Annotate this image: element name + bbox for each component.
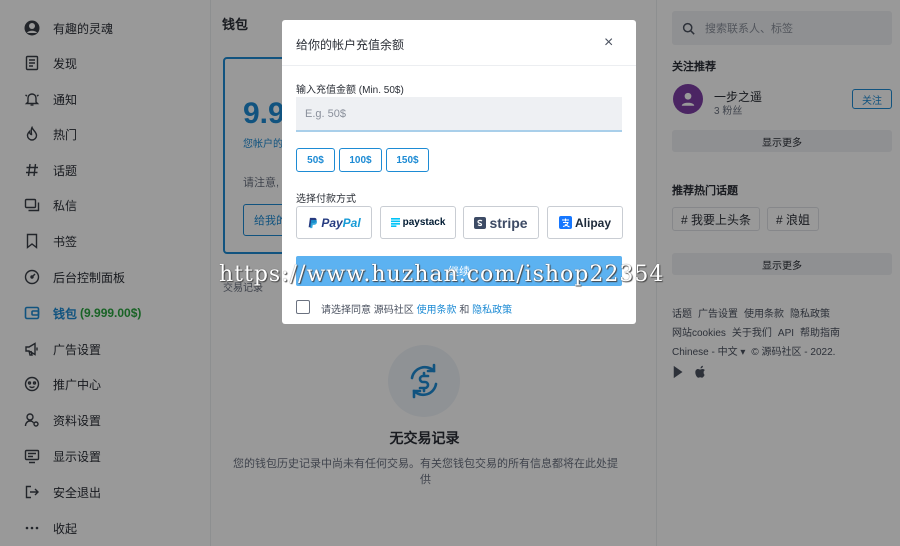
watermark-text: https://www.huzhan.com/ishop22354 [219, 262, 665, 287]
agree-checkbox[interactable] [296, 300, 310, 314]
close-icon[interactable]: × [604, 35, 613, 51]
alipay-icon [558, 216, 572, 229]
preset-amount-button[interactable]: 100$ [339, 148, 382, 172]
stripe-label: stripe [489, 214, 528, 231]
paystack-icon [390, 218, 400, 227]
paypal-icon [308, 217, 318, 228]
modal-title: 给你的帐户充值余额 [296, 38, 405, 52]
agree-text: 请选择同意 源码社区 使用条款 和 隐私政策 [321, 301, 512, 316]
amount-label: 输入充值金额 (Min. 50$) [296, 85, 404, 96]
paypal-label-1: Pay [321, 215, 343, 230]
alipay-option[interactable]: Alipay [547, 206, 623, 239]
paypal-option[interactable]: Pay Pal [296, 206, 372, 239]
privacy-link[interactable]: 隐私政策 [472, 305, 512, 316]
stripe-icon [474, 216, 487, 229]
amount-input[interactable] [296, 97, 622, 132]
paystack-label: paystack [402, 217, 446, 228]
modal-header: 给你的帐户充值余额 × [282, 20, 636, 66]
paystack-option[interactable]: paystack [380, 206, 456, 239]
agree-and: 和 [459, 305, 470, 316]
agree-prefix: 请选择同意 源码社区 [321, 305, 414, 316]
paypal-label-2: Pal [342, 215, 361, 230]
preset-amount-button[interactable]: 50$ [296, 148, 335, 172]
preset-amount-button[interactable]: 150$ [386, 148, 429, 172]
payment-method-label: 选择付款方式 [296, 194, 356, 205]
terms-link[interactable]: 使用条款 [417, 305, 457, 316]
stripe-option[interactable]: stripe [463, 206, 539, 239]
alipay-label: Alipay [574, 215, 611, 230]
